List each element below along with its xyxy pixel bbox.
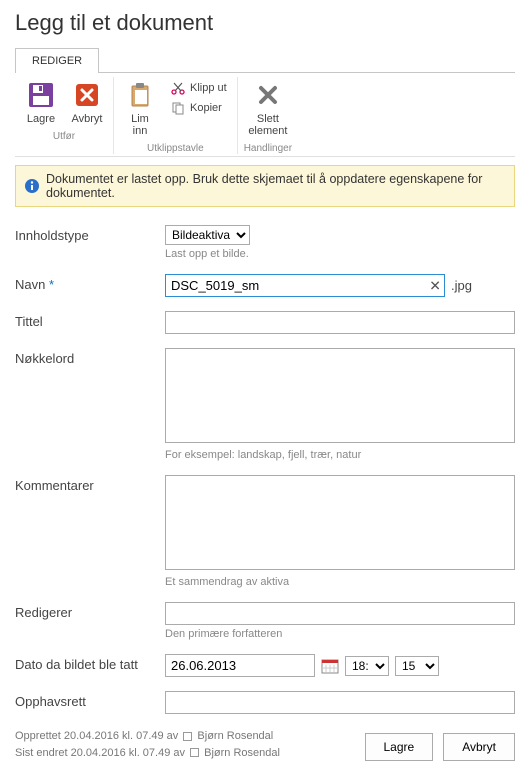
clipboard-icon xyxy=(124,79,156,111)
group-label-utklipp: Utklippstavle xyxy=(120,143,231,154)
meta-info: Opprettet 20.04.2016 kl. 07.49 av Bjørn … xyxy=(15,728,280,761)
cancel-icon xyxy=(71,79,103,111)
hint-innholdstype: Last opp et bilde. xyxy=(165,248,515,260)
page-title: Legg til et dokument xyxy=(15,10,515,36)
copy-icon xyxy=(170,100,186,116)
ribbon-group-utfor: Lagre Avbryt Utfør xyxy=(15,77,114,154)
innholdstype-select[interactable]: Bildeaktiva xyxy=(165,225,250,245)
hour-select[interactable]: 18: xyxy=(345,656,389,676)
file-ext: .jpg xyxy=(451,278,472,293)
cancel-button[interactable]: Avbryt xyxy=(67,77,107,127)
label-nokkelord: Nøkkelord xyxy=(15,348,165,366)
cut-button[interactable]: Klipp ut xyxy=(166,79,231,97)
ribbon-group-utklipp: Lim inn Klipp ut Kopier xyxy=(114,77,238,154)
navn-input[interactable] xyxy=(165,274,445,297)
hint-redigerer: Den primære forfatteren xyxy=(165,628,515,640)
paste-button[interactable]: Lim inn xyxy=(120,77,160,139)
label-navn: Navn * xyxy=(15,274,165,292)
user-checkbox-icon xyxy=(183,732,192,741)
redigerer-input[interactable] xyxy=(165,602,515,625)
tab-bar: REDIGER xyxy=(15,48,515,73)
save-button[interactable]: Lagre xyxy=(21,77,61,127)
scissors-icon xyxy=(170,80,186,96)
ribbon: Lagre Avbryt Utfør Lim inn xyxy=(15,73,515,157)
cut-label: Klipp ut xyxy=(190,82,227,94)
copy-button[interactable]: Kopier xyxy=(166,99,231,117)
label-opphavsrett: Opphavsrett xyxy=(15,691,165,709)
opphavsrett-input[interactable] xyxy=(165,691,515,714)
hint-kommentarer: Et sammendrag av aktiva xyxy=(165,576,515,588)
save-icon xyxy=(25,79,57,111)
clear-icon[interactable]: ✕ xyxy=(429,277,441,294)
label-redigerer: Redigerer xyxy=(15,602,165,620)
footer-save-button[interactable]: Lagre xyxy=(365,733,434,761)
info-icon xyxy=(24,178,40,194)
footer-cancel-button[interactable]: Avbryt xyxy=(443,733,515,761)
delete-label: Slett element xyxy=(248,113,287,137)
cancel-label: Avbryt xyxy=(72,113,103,125)
info-bar: Dokumentet er lastet opp. Bruk dette skj… xyxy=(15,165,515,207)
calendar-icon[interactable] xyxy=(321,657,339,675)
group-label-utfor: Utfør xyxy=(21,131,107,142)
user-checkbox-icon xyxy=(190,748,199,757)
group-label-handlinger: Handlinger xyxy=(244,143,292,154)
copy-label: Kopier xyxy=(190,102,222,114)
save-label: Lagre xyxy=(27,113,55,125)
kommentarer-textarea[interactable] xyxy=(165,475,515,570)
label-kommentarer: Kommentarer xyxy=(15,475,165,493)
hint-nokkelord: For eksempel: landskap, fjell, trær, nat… xyxy=(165,449,515,461)
form: Innholdstype Bildeaktiva Last opp et bil… xyxy=(15,225,515,714)
tittel-input[interactable] xyxy=(165,311,515,334)
info-text: Dokumentet er lastet opp. Bruk dette skj… xyxy=(46,172,506,200)
label-tittel: Tittel xyxy=(15,311,165,329)
ribbon-group-handlinger: Slett element Handlinger xyxy=(238,77,298,154)
nokkelord-textarea[interactable] xyxy=(165,348,515,443)
label-dato: Dato da bildet ble tatt xyxy=(15,654,165,672)
paste-label: Lim inn xyxy=(131,113,149,137)
delete-icon xyxy=(252,79,284,111)
label-innholdstype: Innholdstype xyxy=(15,225,165,243)
delete-button[interactable]: Slett element xyxy=(244,77,291,139)
minute-select[interactable]: 15 xyxy=(395,656,439,676)
dato-input[interactable] xyxy=(165,654,315,677)
tab-rediger[interactable]: REDIGER xyxy=(15,48,99,73)
